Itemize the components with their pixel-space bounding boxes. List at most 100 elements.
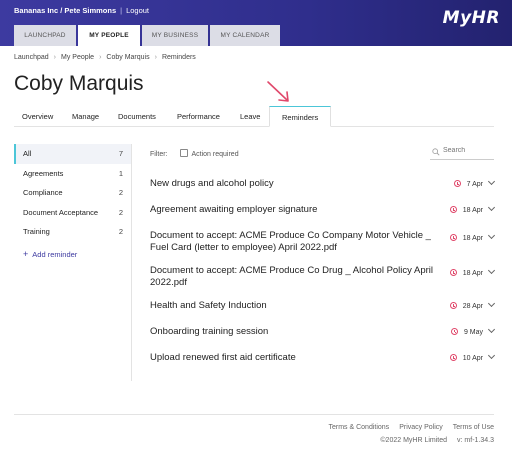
clock-icon: [450, 328, 458, 335]
category-document-acceptance[interactable]: Document Acceptance 2: [14, 203, 131, 223]
reminder-due: 7 Apr: [453, 177, 496, 188]
clock-icon: [453, 180, 461, 187]
filter-label: Filter:: [150, 151, 168, 158]
due-date: 28 Apr: [462, 303, 483, 310]
category-label: Compliance: [23, 188, 63, 197]
nav-tab-my-business[interactable]: MY BUSINESS: [142, 25, 208, 46]
reminder-title: Upload renewed first aid certificate: [150, 352, 296, 363]
chevron-down-icon[interactable]: [487, 231, 496, 240]
breadcrumb-employee[interactable]: Coby Marquis: [106, 54, 149, 61]
footer-links: Terms & Conditions Privacy Policy Terms of…: [318, 424, 494, 431]
company-user-label: Bananas Inc / Pete Simmons: [14, 6, 117, 15]
due-date: 10 Apr: [462, 355, 483, 362]
search-box: [430, 146, 494, 160]
reminder-due: 18 Apr: [449, 231, 496, 242]
reminder-list: New drugs and alcohol policy 7 Apr Agree…: [150, 170, 496, 370]
category-label: Document Acceptance: [23, 207, 99, 217]
due-date: 18 Apr: [462, 270, 483, 277]
category-agreements[interactable]: Agreements 1: [14, 164, 131, 184]
reminder-due: 18 Apr: [449, 203, 496, 214]
clock-icon: [449, 354, 457, 361]
category-count: 1: [118, 168, 123, 178]
nav-tab-launchpad[interactable]: LAUNCHPAD: [14, 25, 76, 46]
breadcrumb-chevron-icon: ›: [53, 54, 56, 61]
reminder-due: 9 May: [450, 325, 496, 336]
reminder-row[interactable]: Document to accept: ACME Produce Co Comp…: [150, 222, 496, 257]
chevron-down-icon[interactable]: [487, 299, 496, 308]
tab-reminders[interactable]: Reminders: [269, 106, 332, 127]
reminder-row[interactable]: Health and Safety Induction 28 Apr: [150, 292, 496, 318]
reminder-due: 10 Apr: [449, 351, 496, 362]
due-date: 18 Apr: [462, 235, 483, 242]
breadcrumb-current: Reminders: [161, 54, 196, 61]
copyright: ©2022 MyHR Limited: [380, 437, 448, 444]
annotation-arrow-icon: [267, 81, 289, 102]
tab-manage[interactable]: Manage: [72, 112, 99, 121]
reminder-categories: All 7 Agreements 1 Compliance 2 Document Ac…: [14, 144, 132, 381]
footer: Terms & Conditions Privacy Policy Terms of…: [14, 414, 494, 444]
page-title: Coby Marquis: [14, 72, 144, 95]
reminder-title: Agreement awaiting employer signature: [150, 204, 318, 215]
employee-tabs: Overview Manage Documents Performance Le…: [14, 106, 494, 127]
terms-of-use-link[interactable]: Terms of Use: [453, 424, 494, 431]
breadcrumb-launchpad[interactable]: Launchpad: [14, 54, 49, 61]
category-training[interactable]: Training 2: [14, 222, 131, 242]
category-count: 2: [118, 227, 123, 236]
chevron-down-icon[interactable]: [487, 351, 496, 360]
tab-leave[interactable]: Leave: [240, 112, 260, 121]
nav-tab-my-people[interactable]: MY PEOPLE: [78, 25, 140, 47]
reminder-row[interactable]: Document to accept: ACME Produce Co Drug…: [150, 257, 496, 292]
logout-link[interactable]: Logout: [126, 6, 149, 15]
search-input[interactable]: [443, 147, 493, 154]
category-label: Training: [23, 227, 50, 236]
footer-meta: ©2022 MyHR Limited v: mf-1.34.3: [370, 437, 494, 444]
clock-icon: [449, 234, 457, 241]
category-count: 2: [118, 207, 123, 217]
due-date: 9 May: [463, 329, 483, 336]
reminder-title: Health and Safety Induction: [150, 300, 267, 311]
reminder-title: Document to accept: ACME Produce Co Comp…: [150, 230, 431, 253]
plus-icon: +: [23, 248, 29, 259]
clock-icon: [449, 206, 457, 213]
action-required-label[interactable]: Action required: [192, 151, 239, 158]
due-date: 7 Apr: [466, 181, 483, 188]
clock-icon: [449, 269, 457, 276]
category-label: All: [23, 149, 32, 158]
chevron-down-icon[interactable]: [487, 177, 496, 186]
reminder-due: 18 Apr: [449, 266, 496, 277]
account-info: Bananas Inc / Pete Simmons | Logout: [14, 6, 149, 15]
category-all[interactable]: All 7: [14, 144, 131, 164]
top-bar: Bananas Inc / Pete Simmons | Logout MyHR L…: [0, 0, 512, 47]
privacy-policy-link[interactable]: Privacy Policy: [399, 424, 443, 431]
category-compliance[interactable]: Compliance 2: [14, 183, 131, 203]
due-date: 18 Apr: [462, 207, 483, 214]
tab-documents[interactable]: Documents: [118, 112, 156, 121]
nav-tab-my-calendar[interactable]: MY CALENDAR: [210, 25, 280, 46]
breadcrumb-chevron-icon: ›: [154, 54, 157, 61]
chevron-down-icon[interactable]: [487, 203, 496, 212]
add-reminder-button[interactable]: + Add reminder: [14, 249, 131, 259]
chevron-down-icon[interactable]: [487, 325, 496, 334]
search-icon: [432, 148, 440, 156]
tab-performance[interactable]: Performance: [177, 112, 220, 121]
reminder-due: 28 Apr: [449, 299, 496, 310]
reminder-title: Document to accept: ACME Produce Co Drug…: [150, 265, 434, 288]
chevron-down-icon[interactable]: [487, 266, 496, 275]
reminder-row[interactable]: New drugs and alcohol policy 7 Apr: [150, 170, 496, 196]
category-label: Agreements: [23, 168, 64, 178]
reminder-row[interactable]: Agreement awaiting employer signature 18…: [150, 196, 496, 222]
tab-overview[interactable]: Overview: [22, 112, 53, 121]
reminder-title: New drugs and alcohol policy: [150, 178, 274, 189]
reminder-row[interactable]: Onboarding training session 9 May: [150, 318, 496, 344]
action-required-checkbox[interactable]: [179, 149, 188, 157]
breadcrumb-my-people[interactable]: My People: [61, 54, 94, 61]
reminder-title: Onboarding training session: [150, 326, 269, 337]
category-count: 2: [118, 188, 123, 197]
myhr-logo[interactable]: MyHR: [443, 8, 500, 28]
add-reminder-label: Add reminder: [32, 249, 78, 259]
breadcrumb-chevron-icon: ›: [99, 54, 102, 61]
reminder-row[interactable]: Upload renewed first aid certificate 10 …: [150, 344, 496, 370]
terms-conditions-link[interactable]: Terms & Conditions: [328, 424, 389, 431]
clock-icon: [449, 302, 457, 309]
filter-bar: Filter: Action required: [150, 149, 239, 158]
